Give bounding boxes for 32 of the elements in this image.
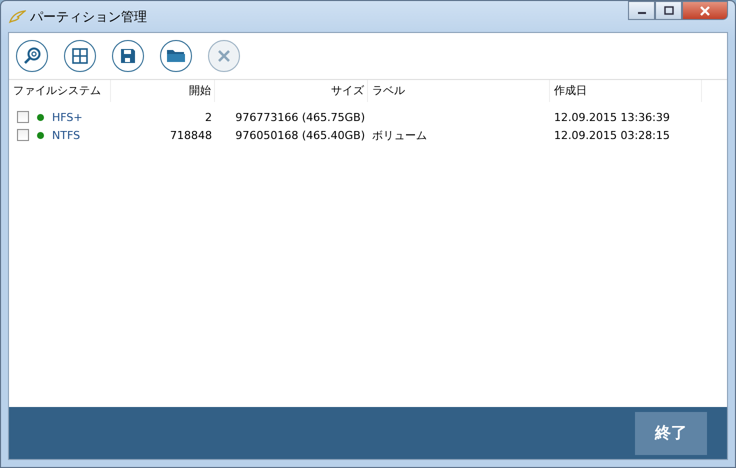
folder-icon bbox=[166, 48, 186, 64]
checkbox[interactable] bbox=[17, 111, 29, 123]
table-cell: 12.09.2015 03:28:15 bbox=[554, 128, 670, 142]
maximize-icon bbox=[664, 6, 674, 15]
toolbar-button[interactable] bbox=[112, 40, 144, 72]
table-cell: 2 bbox=[205, 110, 212, 124]
wing-icon bbox=[8, 10, 26, 24]
close-icon bbox=[699, 6, 711, 16]
column-header[interactable]: 作成日 bbox=[550, 80, 702, 102]
minimize-button[interactable] bbox=[628, 1, 655, 20]
grid-icon bbox=[72, 48, 88, 64]
exit-button[interactable]: 終了 bbox=[635, 412, 707, 454]
table-cell: HFS+ bbox=[52, 110, 83, 124]
table-cell: 976050168 (465.40GB) bbox=[235, 128, 365, 142]
table-cell: 12.09.2015 13:36:39 bbox=[554, 110, 670, 124]
maximize-button[interactable] bbox=[655, 1, 682, 20]
column-header[interactable]: サイズ bbox=[215, 80, 368, 102]
table-cell: 976773166 (465.75GB) bbox=[235, 110, 365, 124]
checkbox[interactable] bbox=[17, 129, 29, 141]
column-header[interactable]: 開始 bbox=[111, 80, 215, 102]
column-header[interactable]: ファイルシステム bbox=[9, 80, 111, 102]
search-icon bbox=[23, 47, 41, 65]
toolbar-button[interactable] bbox=[160, 40, 192, 72]
toolbar-button[interactable] bbox=[16, 40, 48, 72]
table-cell: ボリューム bbox=[372, 128, 427, 142]
table-cell: 718848 bbox=[170, 128, 212, 142]
table-cell: NTFS bbox=[52, 128, 80, 142]
close-button[interactable] bbox=[682, 1, 728, 20]
column-header[interactable]: ラベル bbox=[368, 80, 550, 102]
window-title: パーティション管理 bbox=[30, 8, 147, 26]
close-icon bbox=[217, 49, 231, 63]
toolbar-button[interactable] bbox=[64, 40, 96, 72]
